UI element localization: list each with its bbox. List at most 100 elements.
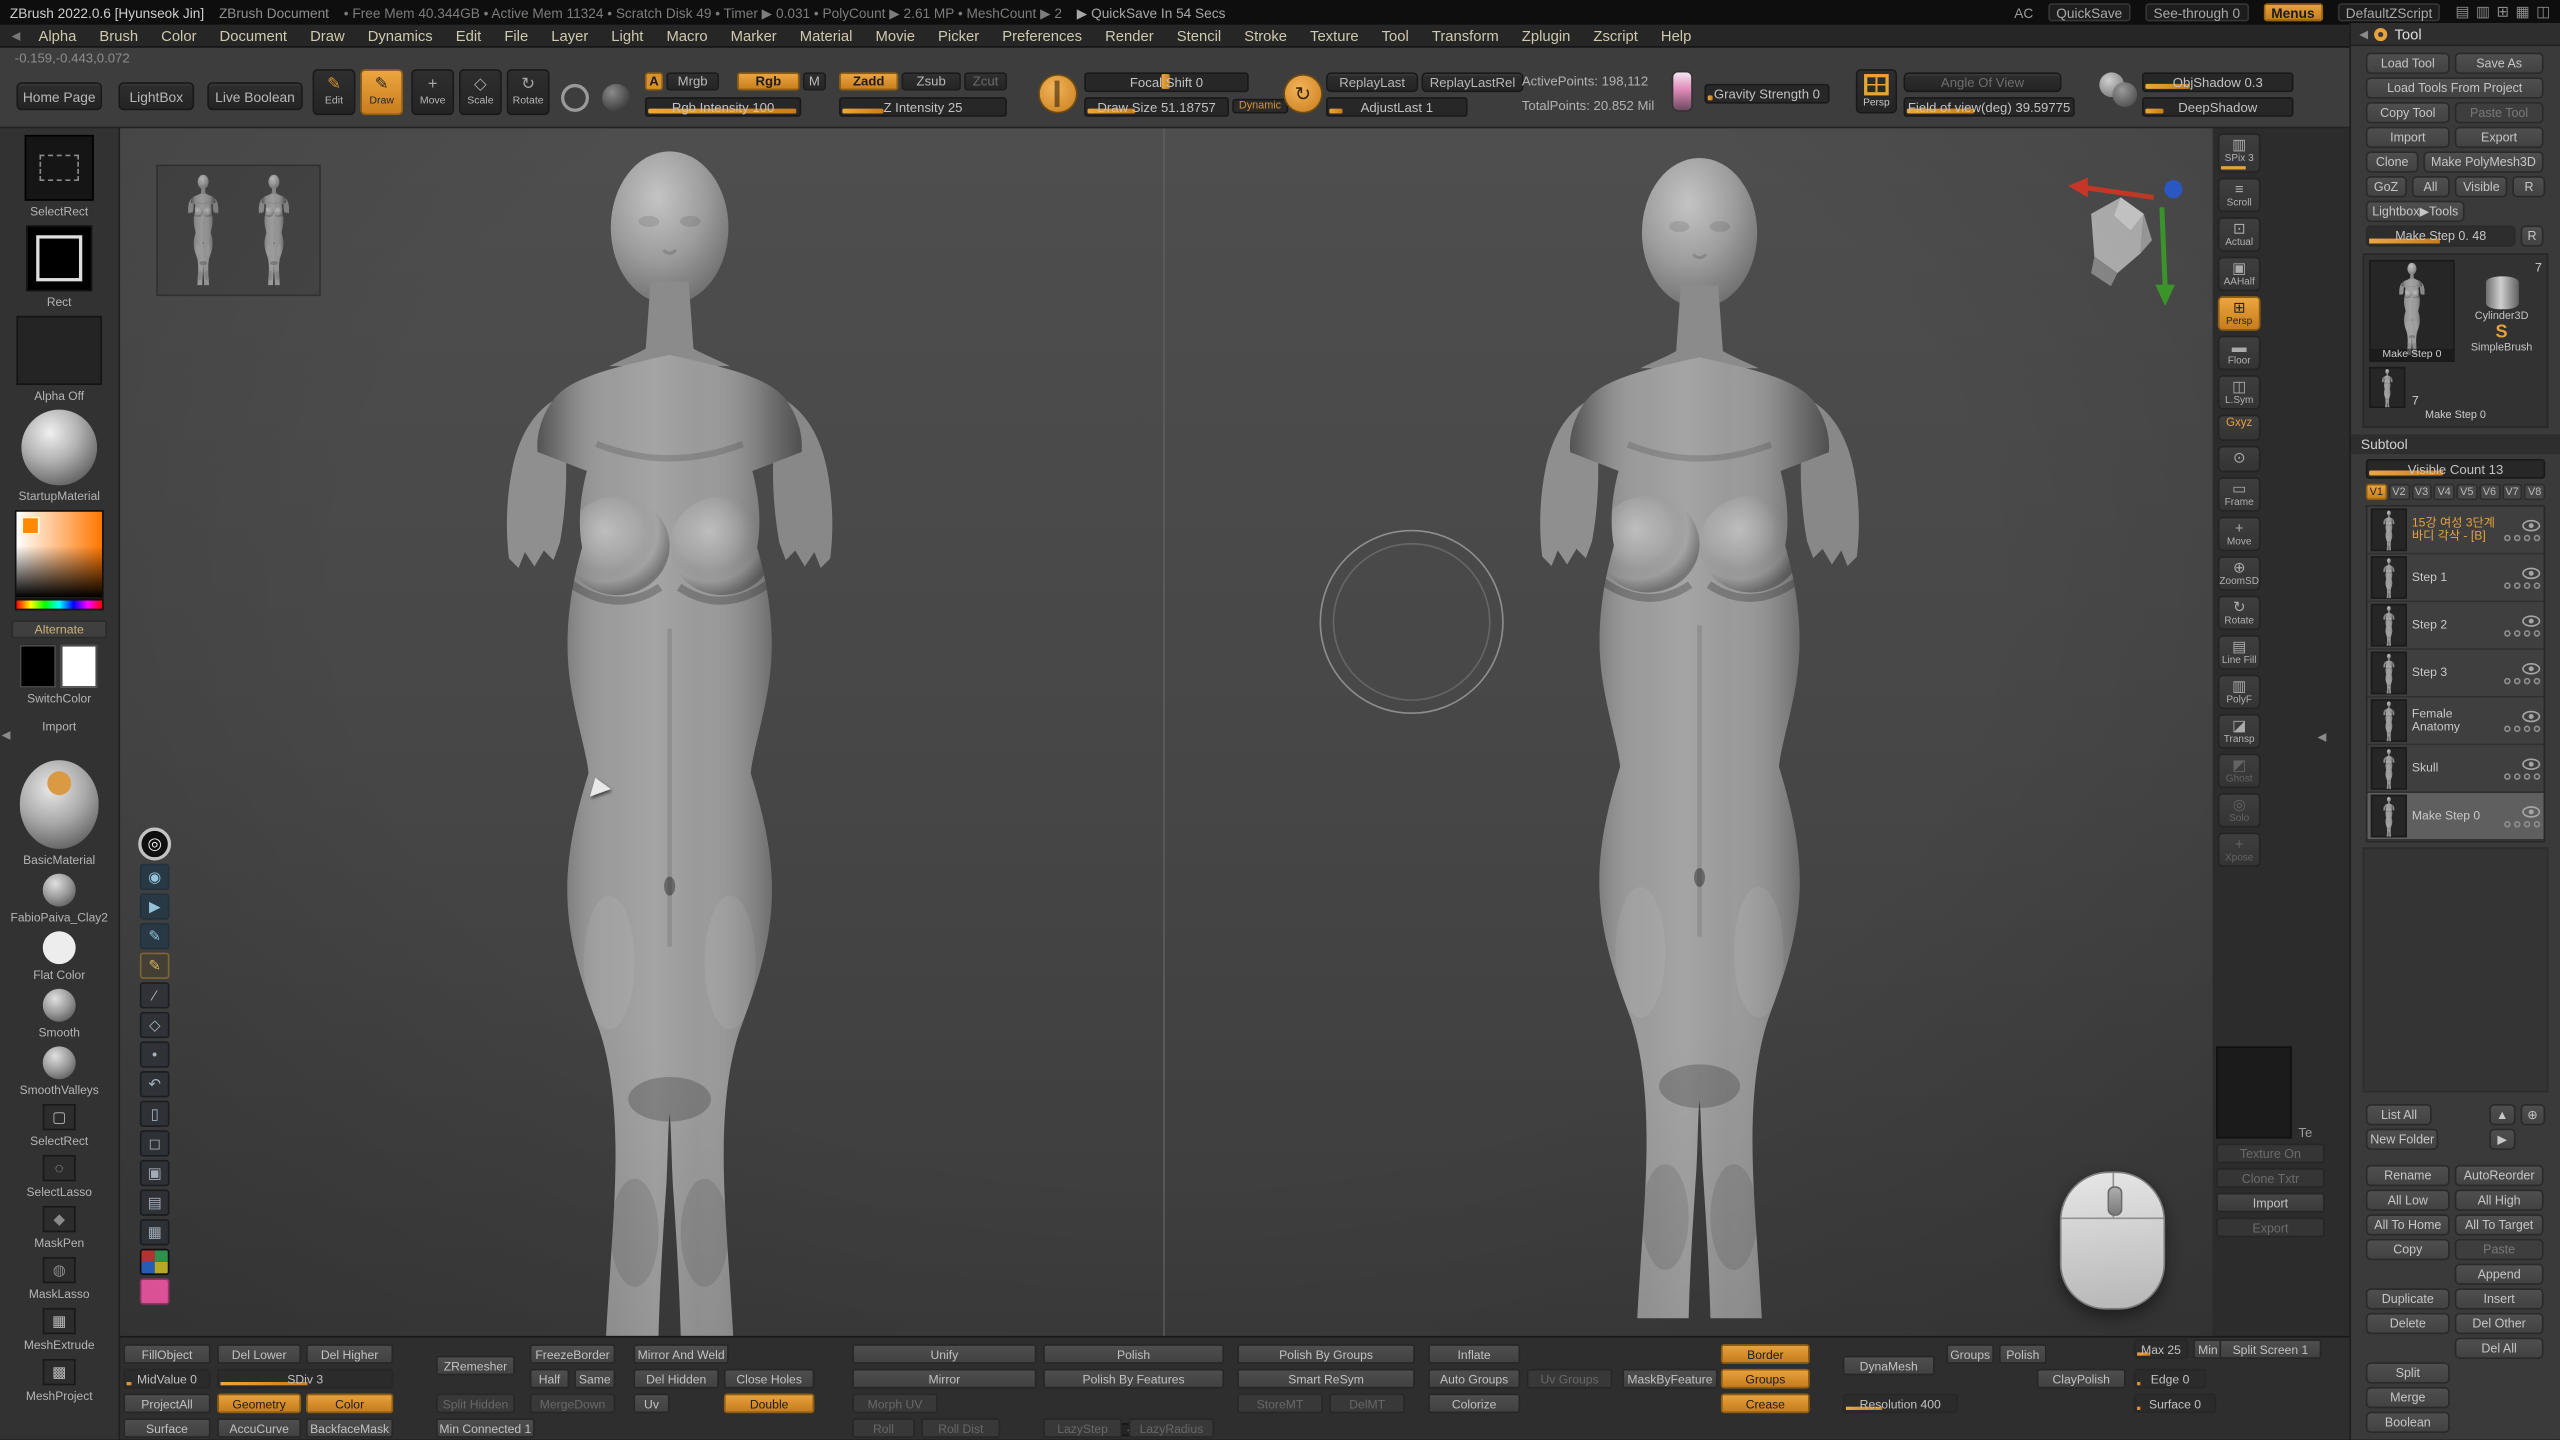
z-intensity-slider[interactable]: Z Intensity 25 [839, 97, 1007, 117]
rect-thumbnail[interactable] [26, 225, 92, 291]
delete-button[interactable]: Delete [2366, 1313, 2450, 1334]
duplicate-button[interactable]: Duplicate [2366, 1288, 2450, 1309]
focal-shift-slider[interactable]: Focal Shift 0 [1084, 72, 1249, 92]
make-polymesh3d-button[interactable]: Make PolyMesh3D [2423, 151, 2543, 172]
gxyz-button[interactable]: Gxyz [2218, 415, 2261, 441]
border-button[interactable]: Border [1721, 1344, 1810, 1364]
note-icon[interactable]: ◻ [140, 1130, 170, 1156]
replay-last-rel-button[interactable]: ReplayLastRel [1421, 72, 1523, 92]
pencil-icon[interactable]: ✎ [140, 953, 170, 979]
adjust-last-slider[interactable]: AdjustLast 1 [1326, 97, 1467, 117]
eye-icon[interactable] [2522, 758, 2540, 770]
all-high-button[interactable]: All High [2455, 1190, 2544, 1211]
menu-item-preferences[interactable]: Preferences [991, 27, 1094, 43]
menu-item-zplugin[interactable]: Zplugin [1510, 27, 1582, 43]
subtool-tab-v5[interactable]: V5 [2456, 484, 2477, 500]
eye-icon[interactable] [2522, 614, 2540, 626]
copy-button[interactable]: Copy [2366, 1239, 2450, 1260]
menu-item-render[interactable]: Render [1094, 27, 1166, 43]
resolution-400-button[interactable]: Resolution 400 [1843, 1394, 1958, 1414]
zcut-toggle[interactable]: Zcut [964, 72, 1007, 90]
stroke-ring-icon[interactable] [561, 84, 589, 112]
palette-icon[interactable] [140, 1249, 170, 1275]
toggle-dot-icon[interactable] [2524, 772, 2531, 779]
subtool-row-15-3-b[interactable]: 15강 여성 3단계 바디 각삭 - [B] [2368, 507, 2544, 555]
lightbox-button[interactable]: LightBox [118, 82, 194, 110]
menu-item-stencil[interactable]: Stencil [1165, 27, 1232, 43]
home-page-button[interactable]: Home Page [16, 82, 102, 110]
perspective-icon[interactable]: Persp [1856, 69, 1897, 113]
copy-tool-button[interactable]: Copy Tool [2366, 102, 2450, 123]
maskbyfeature-button[interactable]: MaskByFeature [1622, 1369, 1717, 1389]
undo-icon[interactable]: ↶ [140, 1071, 170, 1097]
menu-item-dynamics[interactable]: Dynamics [356, 27, 444, 43]
save-as-button[interactable]: Save As [2455, 53, 2544, 74]
selectrect-thumbnail[interactable] [25, 135, 94, 201]
menu-item-alpha[interactable]: Alpha [27, 27, 88, 43]
menu-item-layer[interactable]: Layer [540, 27, 600, 43]
rgb-toggle[interactable]: Rgb [737, 72, 800, 90]
sidebar-item-selectrect[interactable]: SelectRect [25, 135, 94, 219]
mirror-and-weld-button[interactable]: Mirror And Weld [633, 1344, 728, 1364]
eye-icon[interactable] [2522, 519, 2540, 531]
clone-button[interactable]: Clone [2366, 151, 2419, 172]
mergedown-button[interactable]: MergeDown [530, 1394, 616, 1414]
dynamesh-button[interactable]: DynaMesh [1843, 1356, 1935, 1376]
projectall-button[interactable]: ProjectAll [123, 1394, 210, 1414]
toggle-dot-icon[interactable] [2504, 772, 2511, 779]
zsub-toggle[interactable]: Zsub [902, 72, 961, 90]
del-lower-button[interactable]: Del Lower [217, 1344, 301, 1364]
subtool-tab-v8[interactable]: V8 [2524, 484, 2545, 500]
replay-last-button[interactable]: ReplayLast [1326, 72, 1418, 92]
backfacemask-button[interactable]: BackfaceMask [306, 1418, 393, 1438]
masklasso-thumbnail[interactable] [43, 1257, 76, 1283]
colorize-button[interactable]: Colorize [1428, 1394, 1520, 1414]
visible-button[interactable]: Visible [2455, 176, 2508, 197]
all-to-target-button[interactable]: All To Target [2455, 1214, 2544, 1235]
replay-icon[interactable]: ↻ [1285, 76, 1321, 112]
subtool-tab-v6[interactable]: V6 [2479, 484, 2500, 500]
uv-button[interactable]: Uv [633, 1394, 669, 1414]
sidebar-item-selectrect[interactable]: SelectRect [30, 1104, 88, 1148]
collapse-left-arrow-icon[interactable]: ◀ [2, 729, 11, 742]
texture-on-button[interactable]: Texture On [2216, 1143, 2325, 1163]
field-of-view-slider[interactable]: Field of view(deg) 39.59775 [1904, 97, 2075, 117]
basicmaterial-thumbnail[interactable] [20, 760, 99, 849]
menu-item-picker[interactable]: Picker [927, 27, 991, 43]
persp-button[interactable]: ⊞Persp [2218, 296, 2261, 331]
fillobject-button[interactable]: FillObject [123, 1344, 210, 1364]
split-icon[interactable]: ◫ [2536, 3, 2550, 21]
smart-resym-button[interactable]: Smart ReSym [1237, 1369, 1415, 1389]
merge-button[interactable]: Merge [2366, 1387, 2450, 1408]
subtool-tab-v4[interactable]: V4 [2434, 484, 2455, 500]
pink-icon[interactable] [140, 1278, 170, 1304]
menu-item-stroke[interactable]: Stroke [1233, 27, 1299, 43]
toggle-dot-icon[interactable] [2524, 534, 2531, 541]
texture-thumbnail[interactable] [2216, 1046, 2292, 1138]
paste-tool-button[interactable]: Paste Tool [2455, 102, 2544, 123]
polish-by-groups-button[interactable]: Polish By Groups [1237, 1344, 1415, 1364]
toggle-dot-icon[interactable] [2524, 725, 2531, 732]
menu-item-document[interactable]: Document [208, 27, 299, 43]
sidebar-item-meshextrude[interactable]: MeshExtrude [24, 1308, 95, 1352]
texture-sphere-icon[interactable] [602, 84, 630, 112]
pen-icon[interactable]: ✎ [140, 923, 170, 949]
dynamic-toggle[interactable]: Dynamic [1232, 99, 1287, 114]
thumbnail-colored-model[interactable] [181, 171, 225, 289]
menu-item-macro[interactable]: Macro [655, 27, 719, 43]
unify-button[interactable]: Unify [852, 1344, 1036, 1364]
draw-size-slider[interactable]: Draw Size 51.18757 [1084, 97, 1229, 117]
max-25-button[interactable]: Max 25 [2134, 1339, 2188, 1359]
double-button[interactable]: Double [724, 1394, 814, 1414]
min-button[interactable]: Min [2193, 1339, 2223, 1359]
auto-groups-button[interactable]: Auto Groups [1428, 1369, 1520, 1389]
target-button[interactable]: ⊕ [2520, 1104, 2545, 1125]
roll-dist-button[interactable]: Roll Dist [921, 1418, 1000, 1438]
toggle-dot-icon[interactable] [2524, 820, 2531, 827]
angle-of-view-button[interactable]: Angle Of View [1904, 72, 2062, 92]
subtool-tab-v3[interactable]: V3 [2411, 484, 2432, 500]
up-arrow-button[interactable]: ▲ [2490, 1104, 2515, 1125]
canvas-3d-viewport[interactable]: ◎◉▶✎✎∕◇•↶▯◻▣▤▦ [120, 128, 2213, 1336]
load-tool-button[interactable]: Load Tool [2366, 53, 2450, 74]
del-other-button[interactable]: Del Other [2455, 1313, 2544, 1334]
